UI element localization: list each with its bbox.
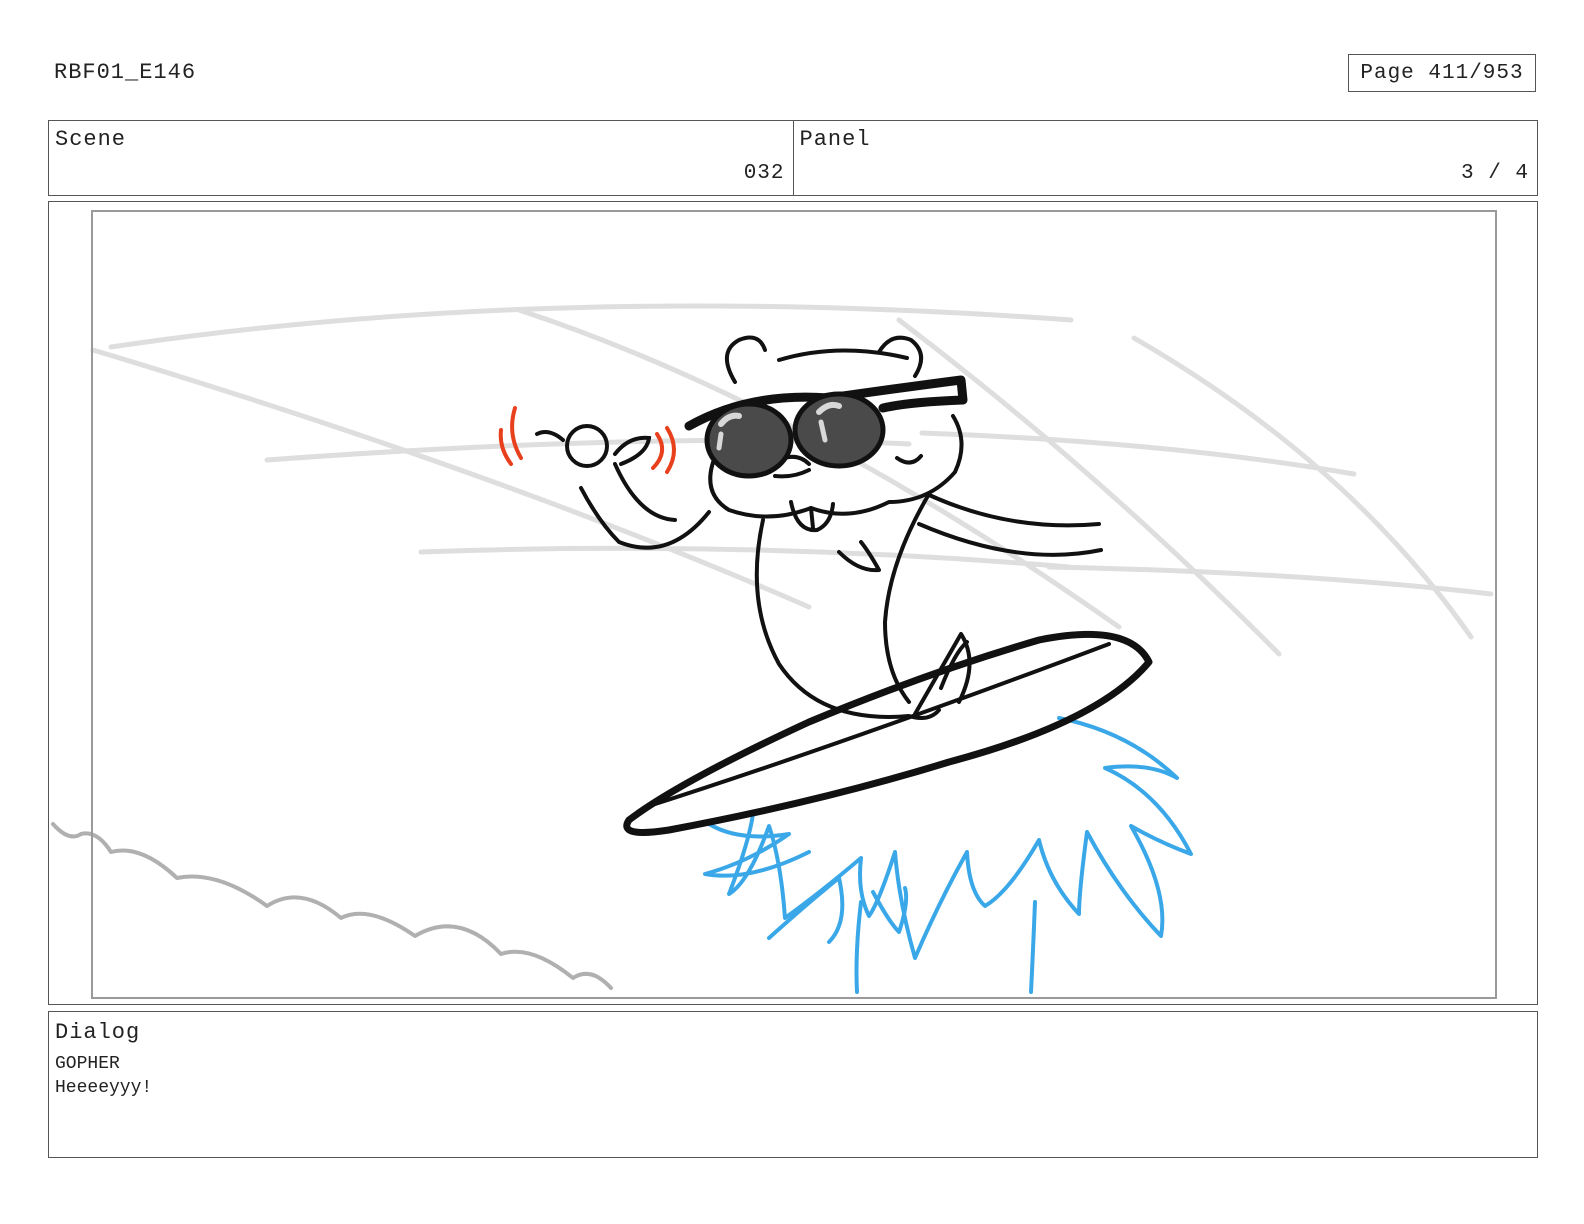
page-counter: Page 411/953 [1348,54,1536,92]
surfboard [623,630,1153,836]
dialog-speaker: GOPHER [55,1054,120,1074]
storyboard-drawing [51,303,1494,994]
scene-panel-header: Scene 032 Panel 3 / 4 [48,120,1538,196]
scene-number: 032 [743,162,785,185]
dialog-label: Dialog [55,1020,141,1045]
panel-number: 3 / 4 [1460,162,1529,185]
scene-cell: Scene 032 [49,121,793,195]
panel-cell: Panel 3 / 4 [792,121,1538,195]
document-id: RBF01_E146 [54,60,197,85]
dialog-line: Heeeeyyy! [55,1078,153,1098]
cloud-sketch [51,822,613,990]
dialog-box: Dialog GOPHER Heeeeyyy! [48,1011,1538,1158]
scene-label: Scene [55,127,127,152]
storyboard-frame [48,201,1538,1005]
panel-label: Panel [799,127,871,152]
